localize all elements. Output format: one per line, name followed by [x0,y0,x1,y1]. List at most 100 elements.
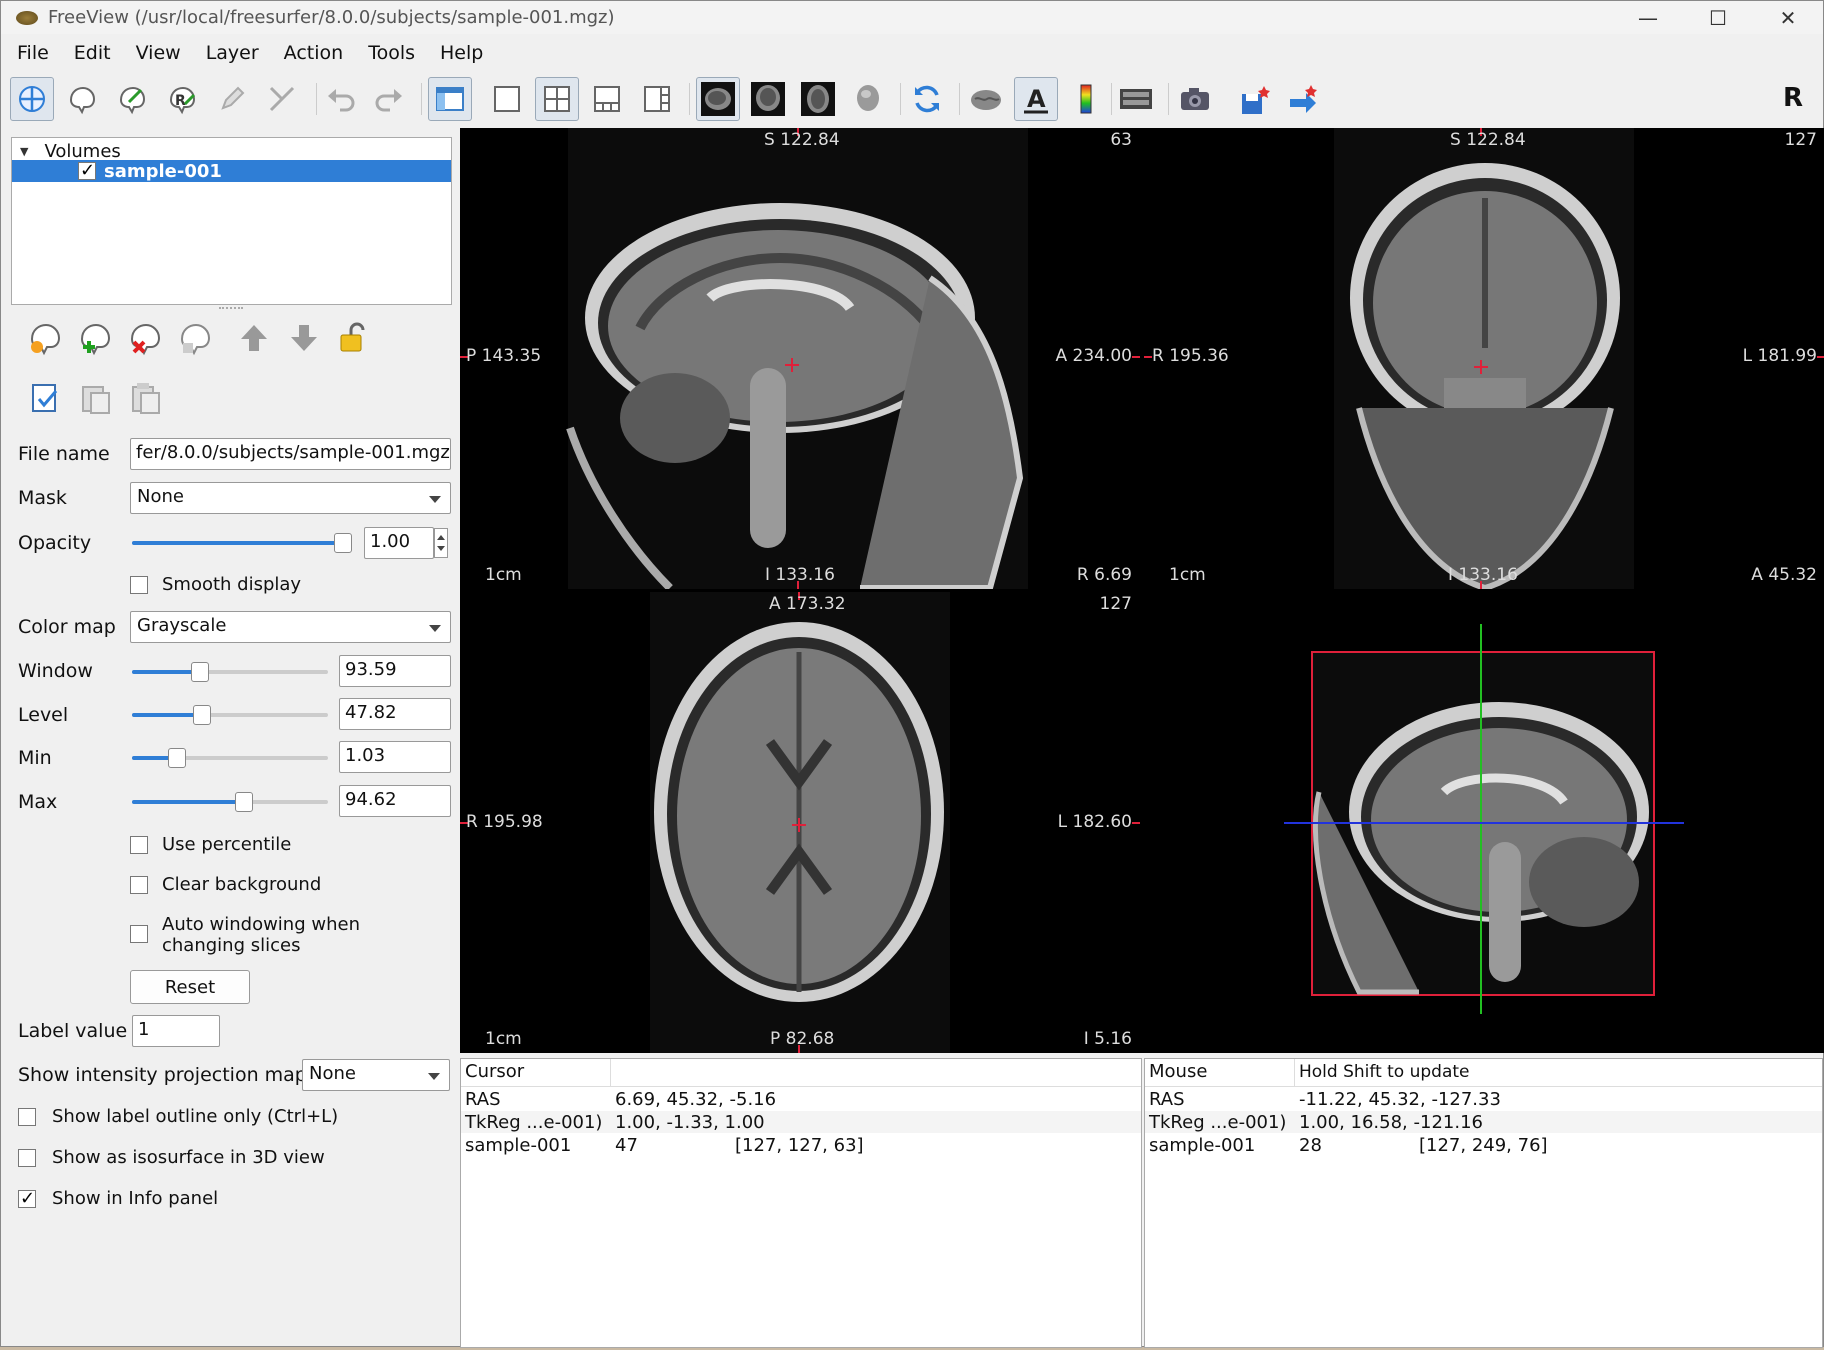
view-axial-icon [801,82,835,116]
checkbox-box[interactable] [130,575,148,594]
reset-button[interactable]: Reset [130,970,250,1004]
maximize-button[interactable]: ☐ [1683,1,1753,34]
checkbox-box[interactable] [130,925,148,943]
checkbox-box[interactable] [130,875,148,894]
opacity-slider[interactable] [132,533,352,553]
layout-1-3-icon [594,86,620,112]
view-coronal-button[interactable] [746,77,790,121]
load-volume-button[interactable] [27,319,65,362]
min-slider[interactable] [132,748,328,768]
menu-tools[interactable]: Tools [352,40,424,68]
menu-view[interactable]: View [120,40,190,68]
undo-button[interactable] [319,77,363,121]
tree-item-sample-001[interactable]: sample-001 [12,160,451,182]
layer-tree[interactable]: ▼ Volumes sample-001 [11,137,452,305]
checkbox-box[interactable] [130,835,148,854]
layout-1x1-button[interactable] [485,77,529,121]
copy-setting-button[interactable] [29,381,63,420]
menu-edit[interactable]: Edit [58,40,120,68]
level-field[interactable]: 47.82 [339,698,451,730]
navigate-tool-button[interactable] [10,77,54,121]
reset-view-button[interactable] [905,77,949,121]
use-percentile-checkbox[interactable]: Use percentile [130,834,291,855]
show-info-panel-checkbox[interactable]: Show in Info panel [18,1188,218,1209]
tree-group-volumes[interactable]: ▼ Volumes [12,140,451,162]
mask-select[interactable]: None [130,482,451,514]
sagittal-view[interactable]: S 122.84 63 P 143.35 A 234.00 I 133.16 R… [460,128,1140,589]
text-annotation-button[interactable]: A [1014,77,1058,121]
goto-point-button[interactable] [1282,77,1326,121]
slider-handle[interactable] [334,533,352,553]
level-slider[interactable] [132,705,328,725]
move-layer-up-button[interactable] [237,321,271,360]
minimize-button[interactable]: — [1613,1,1683,34]
window-slider[interactable] [132,662,328,682]
collapse-arrow-icon[interactable]: ▼ [20,145,28,158]
view-sagittal-button[interactable] [696,77,740,121]
label-outline-checkbox[interactable]: Show label outline only (Ctrl+L) [18,1106,338,1127]
clear-background-checkbox[interactable]: Clear background [130,874,321,895]
voxel-edit-button[interactable] [110,77,154,121]
label-value-field[interactable]: 1 [132,1015,220,1047]
recon-edit-button[interactable]: R [160,77,204,121]
menu-action[interactable]: Action [268,40,353,68]
opacity-spin-arrows[interactable] [434,528,448,558]
slider-handle[interactable] [235,792,253,812]
isosurface-checkbox[interactable]: Show as isosurface in 3D view [18,1147,325,1168]
menu-layer[interactable]: Layer [190,40,268,68]
save-volume-button[interactable] [177,319,215,362]
mouse-info-panel[interactable]: Mouse Hold Shift to update RAS -11.22, 4… [1144,1058,1823,1348]
move-layer-down-button[interactable] [287,321,321,360]
cursor-row-value[interactable]: 1.00, -1.33, 1.00 [615,1112,765,1133]
show-info-panel-label: Show in Info panel [52,1188,219,1209]
surface-button[interactable] [964,77,1008,121]
close-button[interactable]: ✕ [1753,1,1823,34]
max-slider[interactable] [132,792,328,812]
axial-view[interactable]: A 173.32 127 R 195.98 L 182.60 P 82.68 I… [460,592,1140,1053]
coronal-view[interactable]: S 122.84 127 R 195.36 L 181.99 I 133.16 … [1144,128,1824,589]
layout-1-3-button[interactable] [585,77,629,121]
file-name-field[interactable]: fer/8.0.0/subjects/sample-001.mgz [130,438,451,470]
slider-handle[interactable] [193,705,211,725]
lock-layer-button[interactable] [337,321,371,360]
max-field[interactable]: 94.62 [339,785,451,817]
cursor-info-panel[interactable]: Cursor RAS 6.69, 45.32, -5.16 TkReg ...e… [460,1058,1142,1348]
measure-button[interactable] [260,77,304,121]
save-point-button[interactable] [1233,77,1277,121]
new-volume-button[interactable] [77,319,115,362]
layout-2x2-button[interactable] [535,77,579,121]
paste-setting-button[interactable] [79,381,113,420]
min-field[interactable]: 1.03 [339,741,451,773]
smooth-display-checkbox[interactable]: Smooth display [130,574,301,595]
menu-help[interactable]: Help [424,40,492,68]
window-field[interactable]: 93.59 [339,655,451,687]
pencil-icon [221,86,245,110]
slider-handle[interactable] [168,748,186,768]
color-map-select[interactable]: Grayscale [130,611,451,643]
checkbox-box[interactable] [18,1148,36,1167]
splitter-handle[interactable] [219,307,243,309]
layer-visible-checkbox[interactable] [78,160,96,181]
3d-view[interactable] [1144,592,1824,1053]
checkbox-box[interactable] [18,1188,36,1209]
cursor-row-value[interactable]: 6.69, 45.32, -5.16 [615,1089,776,1110]
redo-button[interactable] [367,77,411,121]
toggle-panel-button[interactable] [428,77,472,121]
slider-handle[interactable] [191,662,209,682]
close-volume-button[interactable] [127,319,165,362]
screenshot-button[interactable] [1173,77,1217,121]
cursor-row-value[interactable]: 47 [615,1135,638,1156]
checkbox-box[interactable] [18,1107,36,1126]
view-axial-button[interactable] [796,77,840,121]
view-3d-button[interactable] [846,77,890,121]
roi-edit-button[interactable] [60,77,104,121]
freehand-edit-button[interactable] [210,77,254,121]
projection-map-select[interactable]: None [302,1059,450,1091]
paste-all-button[interactable] [129,381,163,420]
menu-file[interactable]: File [1,40,58,68]
colorbar-button[interactable] [1064,77,1108,121]
coordinate-annotation-button[interactable] [1114,77,1158,121]
layout-1-3h-button[interactable] [635,77,679,121]
auto-windowing-checkbox[interactable]: Auto windowing when changing slices [130,914,360,956]
opacity-spinbox[interactable]: 1.00 [364,527,434,559]
